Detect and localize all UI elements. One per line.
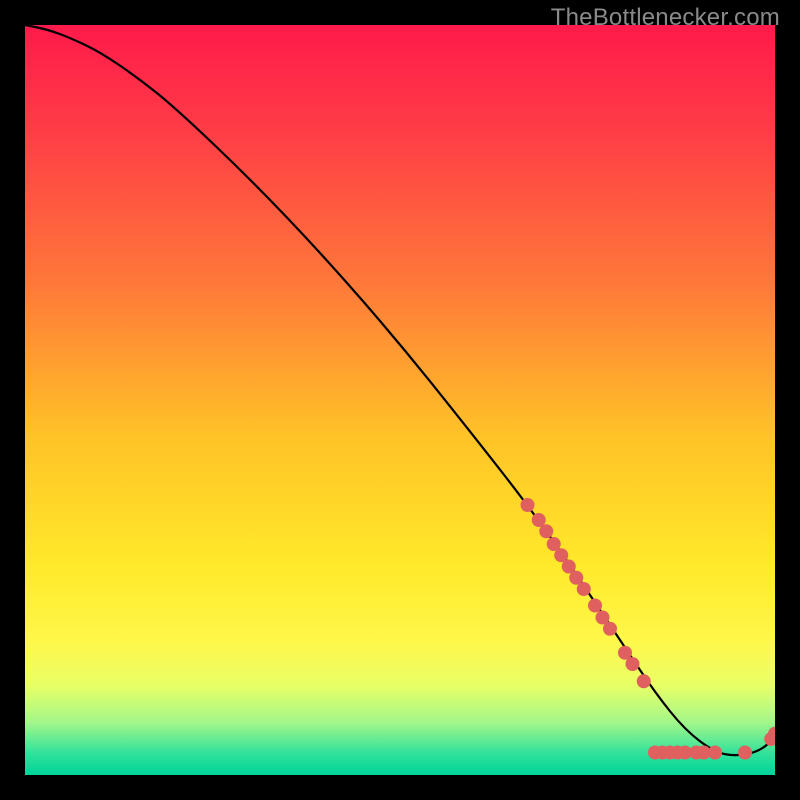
marker-dot xyxy=(637,674,651,688)
marker-dot xyxy=(603,622,617,636)
marker-dot xyxy=(626,657,640,671)
marker-dot xyxy=(539,524,553,538)
plot-area xyxy=(25,25,775,775)
marker-dot xyxy=(738,746,752,760)
marker-dot xyxy=(588,599,602,613)
chart-svg xyxy=(25,25,775,775)
chart-frame: TheBottlenecker.com xyxy=(0,0,800,800)
marker-dot xyxy=(577,582,591,596)
gradient-background xyxy=(25,25,775,775)
marker-dot xyxy=(521,498,535,512)
marker-dot xyxy=(708,746,722,760)
